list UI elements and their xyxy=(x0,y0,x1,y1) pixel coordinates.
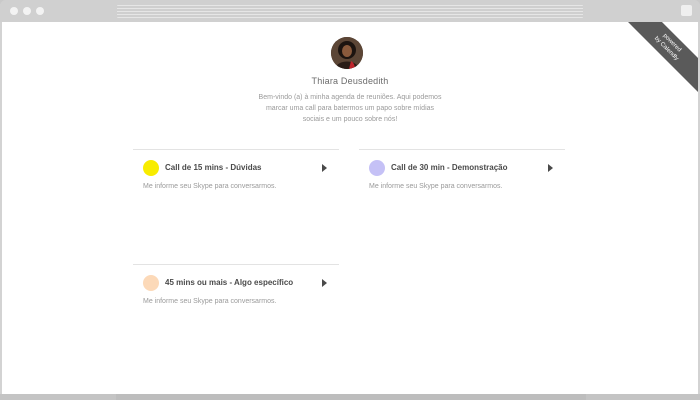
event-card-30-min[interactable]: Call de 30 min - Demonstração Me informe… xyxy=(359,149,565,230)
event-color-dot xyxy=(143,160,159,176)
event-card-15-mins[interactable]: Call de 15 mins - Dúvidas Me informe seu… xyxy=(133,149,339,230)
event-title[interactable]: 45 mins ou mais - Algo específico xyxy=(165,278,293,287)
browser-titlebar xyxy=(0,0,700,22)
play-arrow-icon[interactable] xyxy=(322,279,327,287)
avatar-photo-icon xyxy=(331,37,363,69)
welcome-message: Bem-vindo (a) à minha agenda de reuniões… xyxy=(258,94,442,123)
event-card-45-mins[interactable]: 45 mins ou mais - Algo específico Me inf… xyxy=(133,264,339,345)
horizontal-scrollbar[interactable] xyxy=(116,394,586,400)
avatar xyxy=(331,37,363,69)
event-title[interactable]: Call de 30 min - Demonstração xyxy=(391,163,507,172)
close-window-icon[interactable] xyxy=(10,7,18,15)
page-viewport: powered by Calendly Thiara Deusdedith Be… xyxy=(2,22,698,394)
zoom-window-icon[interactable] xyxy=(36,7,44,15)
event-color-dot xyxy=(369,160,385,176)
minimize-window-icon[interactable] xyxy=(23,7,31,15)
event-title[interactable]: Call de 15 mins - Dúvidas xyxy=(165,163,261,172)
play-arrow-icon[interactable] xyxy=(548,164,553,172)
play-arrow-icon[interactable] xyxy=(322,164,327,172)
browser-window: powered by Calendly Thiara Deusdedith Be… xyxy=(0,0,700,400)
event-description: Me informe seu Skype para conversarmos. xyxy=(369,183,503,190)
event-description: Me informe seu Skype para conversarmos. xyxy=(143,298,277,305)
window-menu-icon[interactable] xyxy=(681,5,692,16)
profile-name: Thiara Deusdedith xyxy=(311,76,389,86)
event-color-dot xyxy=(143,275,159,291)
event-description: Me informe seu Skype para conversarmos. xyxy=(143,183,277,190)
browser-bottom-bar xyxy=(0,394,700,400)
address-bar[interactable] xyxy=(117,5,583,18)
